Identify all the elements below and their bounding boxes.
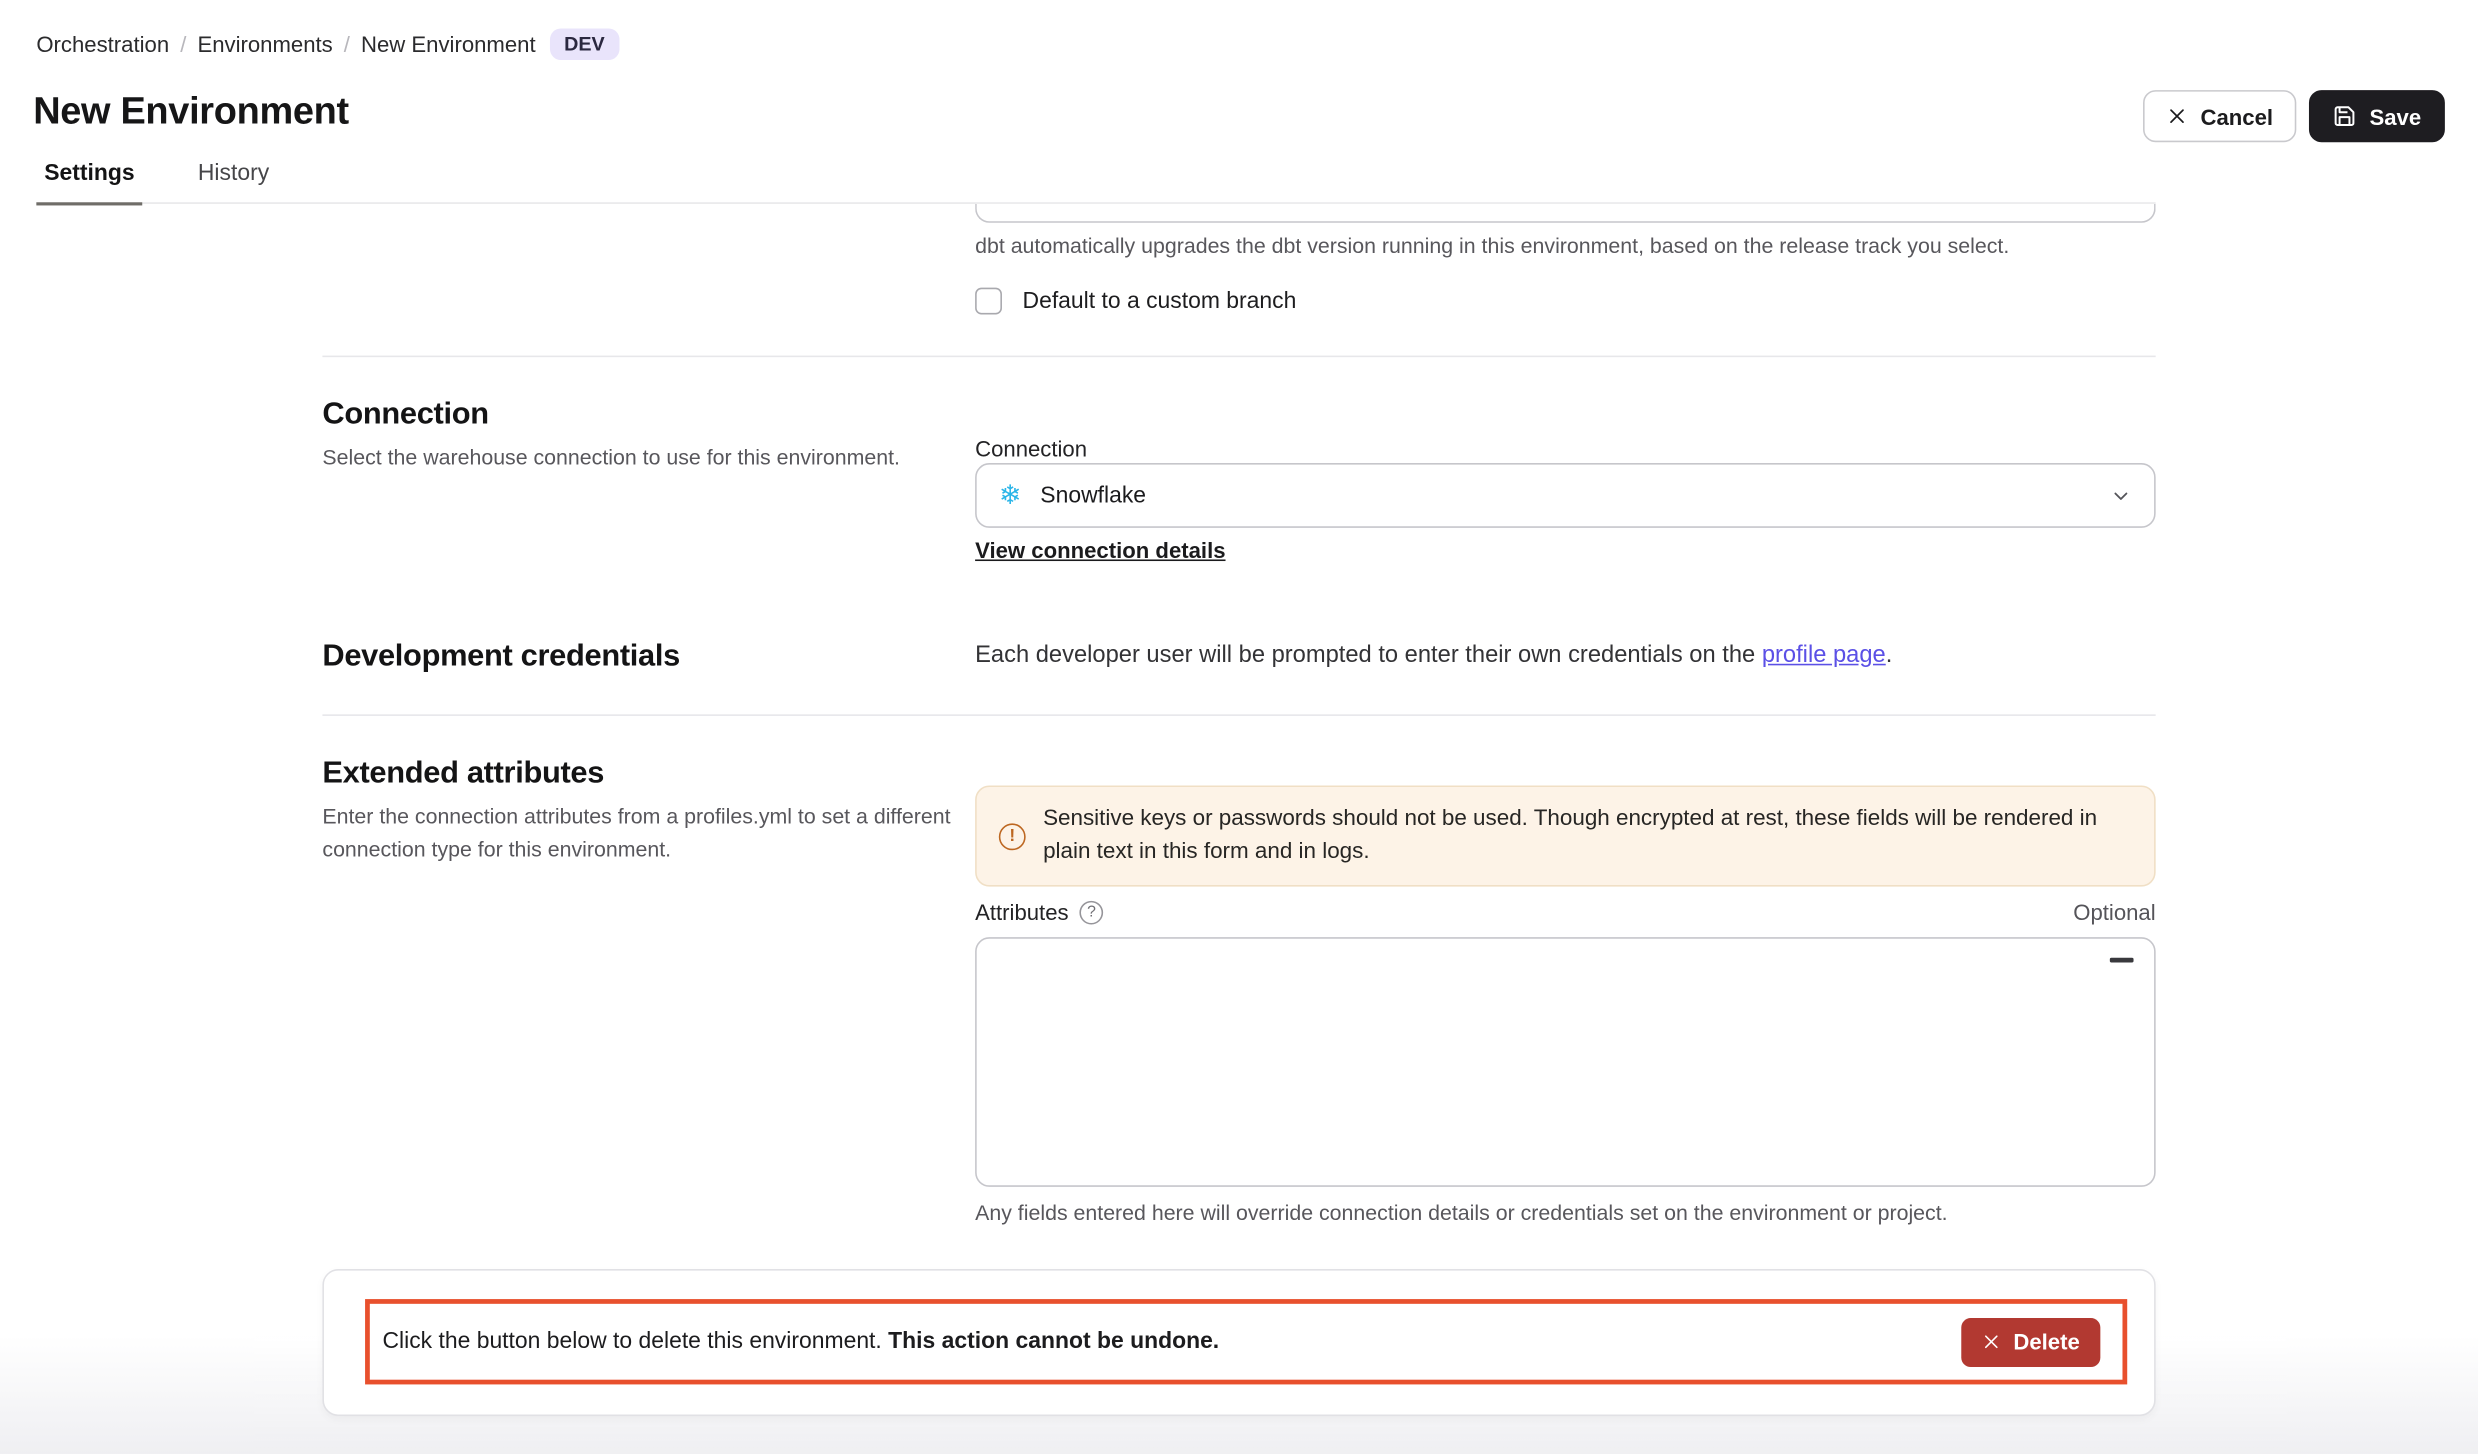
- profile-page-link[interactable]: profile page: [1762, 642, 1886, 669]
- custom-branch-label[interactable]: Default to a custom branch: [1023, 288, 1297, 313]
- connection-field-label: Connection: [975, 436, 1087, 461]
- dev-credentials-text-after: .: [1886, 642, 1893, 669]
- danger-zone-card: Click the button below to delete this en…: [322, 1269, 2155, 1416]
- new-environment-page: Orchestration / Environments / New Envir…: [0, 0, 2478, 1454]
- release-track-input-clipped[interactable]: [975, 204, 2156, 223]
- optional-label: Optional: [2073, 899, 2155, 924]
- delete-message-normal: Click the button below to delete this en…: [382, 1329, 888, 1354]
- close-icon: [1982, 1332, 2001, 1351]
- warning-text: Sensitive keys or passwords should not b…: [1043, 803, 2132, 869]
- cancel-button-label: Cancel: [2201, 104, 2274, 129]
- breadcrumb: Orchestration / Environments / New Envir…: [36, 28, 619, 60]
- tab-history[interactable]: History: [190, 161, 277, 202]
- dev-credentials-text: Each developer user will be prompted to …: [975, 642, 2156, 669]
- chevron-down-icon: [2110, 484, 2132, 506]
- cancel-button[interactable]: Cancel: [2144, 90, 2297, 142]
- collapse-minus-icon[interactable]: [2110, 958, 2134, 963]
- close-icon: [2167, 106, 2188, 127]
- section-divider: [322, 356, 2155, 358]
- attributes-helper: Any fields entered here will override co…: [975, 1201, 2156, 1225]
- connection-select-value: Snowflake: [1040, 483, 2110, 508]
- attributes-label: Attributes: [975, 899, 1068, 924]
- section-divider: [322, 714, 2155, 716]
- help-icon[interactable]: ?: [1080, 900, 1104, 924]
- warning-icon: !: [999, 823, 1026, 850]
- connection-select[interactable]: ❄ Snowflake: [975, 463, 2156, 528]
- breadcrumb-current: New Environment: [361, 32, 536, 57]
- breadcrumb-separator: /: [344, 32, 350, 57]
- connection-description: Select the warehouse connection to use f…: [322, 443, 954, 476]
- connection-heading: Connection: [322, 397, 488, 433]
- snowflake-icon: ❄: [999, 482, 1022, 509]
- attributes-label-row: Attributes ? Optional: [975, 899, 2156, 924]
- delete-banner-highlight: Click the button below to delete this en…: [365, 1299, 2127, 1384]
- delete-message-bold: This action cannot be undone.: [888, 1329, 1219, 1354]
- custom-branch-row: Default to a custom branch: [975, 288, 1296, 315]
- extended-attributes-description: Enter the connection attributes from a p…: [322, 801, 951, 867]
- tab-bar: Settings History: [36, 161, 2155, 204]
- extended-attributes-heading: Extended attributes: [322, 755, 604, 791]
- dev-credentials-heading: Development credentials: [322, 638, 680, 674]
- breadcrumb-environments[interactable]: Environments: [197, 32, 332, 57]
- save-button-label: Save: [2369, 104, 2421, 129]
- save-button[interactable]: Save: [2309, 90, 2444, 142]
- tab-settings[interactable]: Settings: [36, 161, 142, 204]
- delete-message: Click the button below to delete this en…: [382, 1329, 1961, 1354]
- header-actions: Cancel Save: [2144, 90, 2445, 142]
- sensitive-keys-warning: ! Sensitive keys or passwords should not…: [975, 785, 2156, 886]
- delete-button[interactable]: Delete: [1961, 1317, 2100, 1366]
- breadcrumb-orchestration[interactable]: Orchestration: [36, 32, 169, 57]
- delete-button-label: Delete: [2013, 1329, 2079, 1354]
- env-dev-badge: DEV: [550, 28, 619, 60]
- view-connection-details-link[interactable]: View connection details: [975, 537, 1225, 562]
- dev-credentials-text-before: Each developer user will be prompted to …: [975, 642, 1762, 669]
- save-icon: [2333, 104, 2357, 128]
- custom-branch-checkbox[interactable]: [975, 288, 1002, 315]
- release-track-helper: dbt automatically upgrades the dbt versi…: [975, 234, 2156, 258]
- page-title: New Environment: [33, 90, 349, 134]
- breadcrumb-separator: /: [180, 32, 186, 57]
- attributes-editor[interactable]: [975, 937, 2156, 1187]
